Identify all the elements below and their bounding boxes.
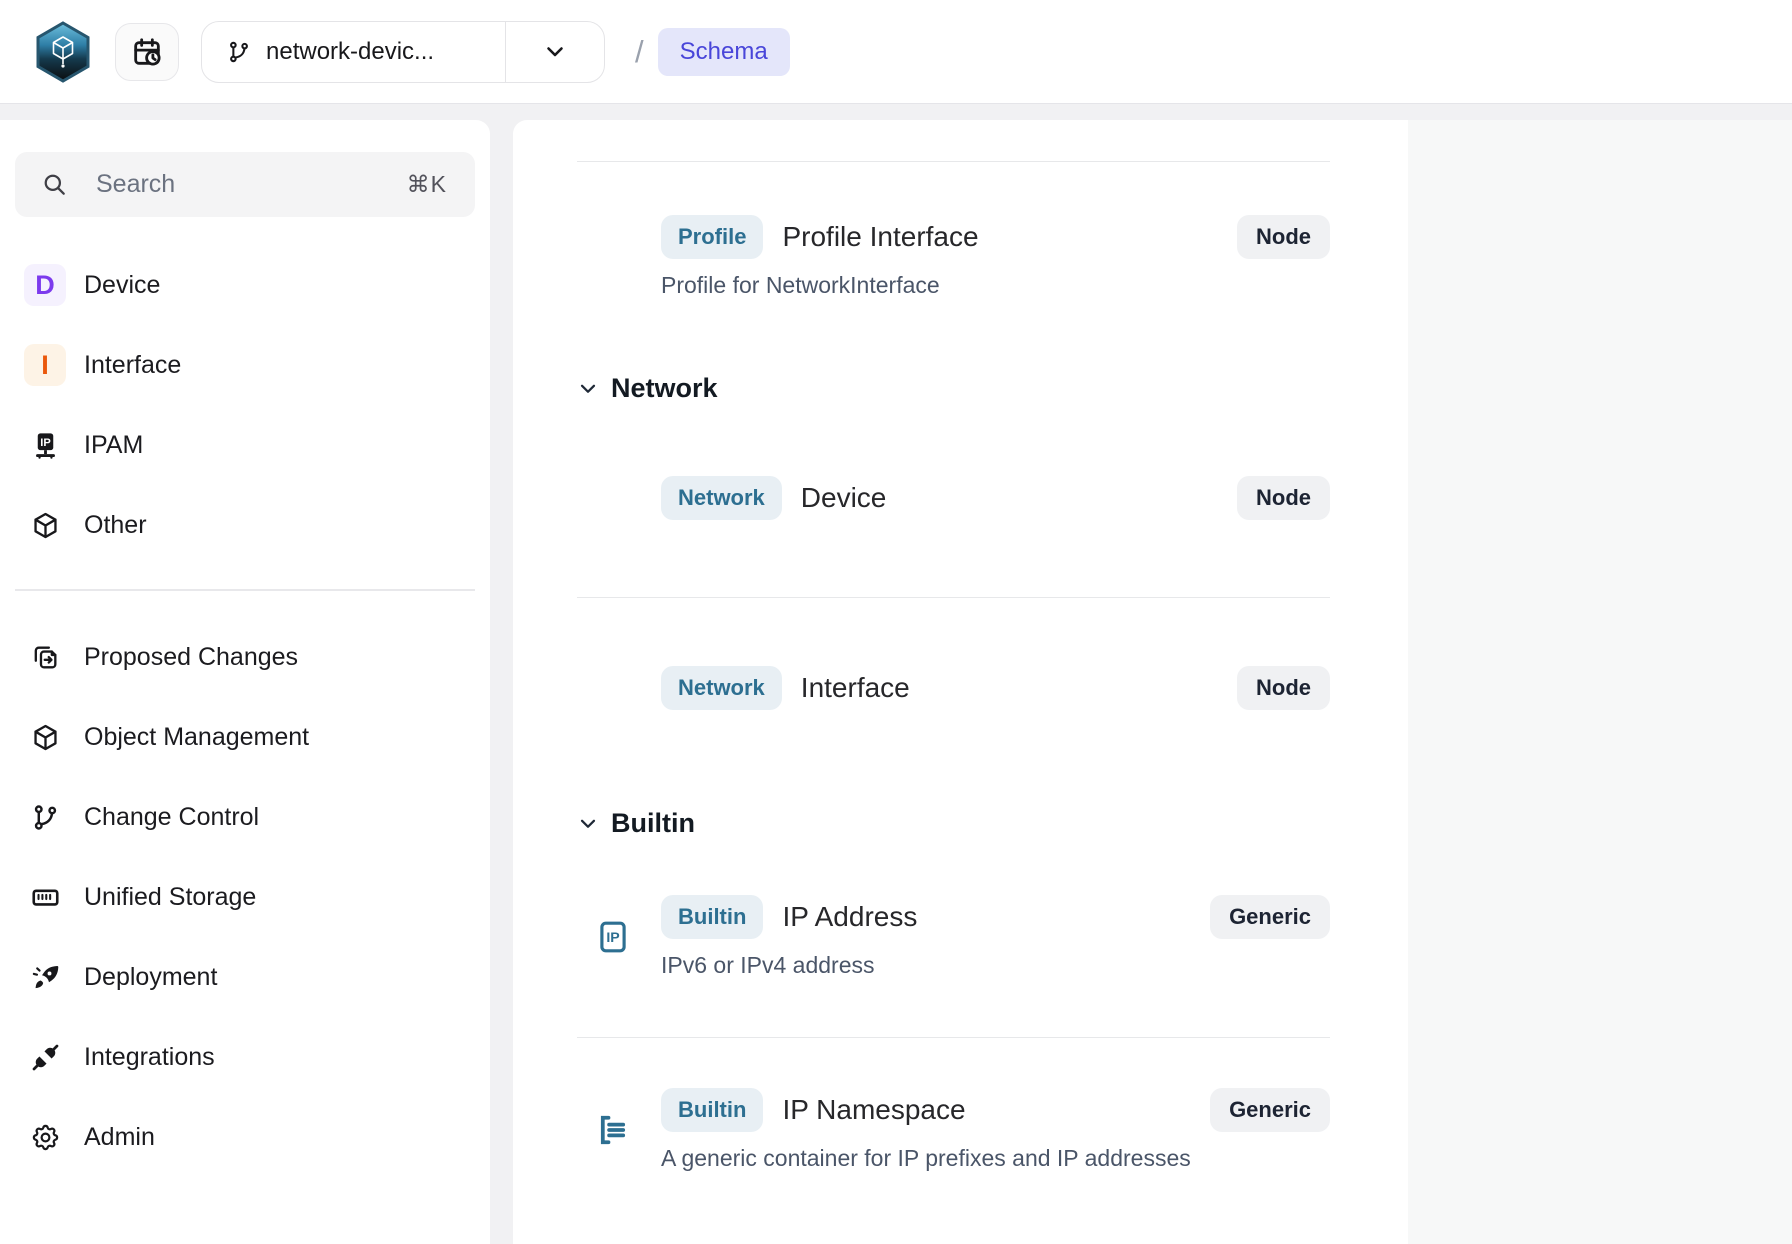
schema-list: Profile Profile Interface Node Profile f… — [513, 120, 1408, 1244]
sidebar-item-proposed-changes[interactable]: Proposed Changes — [0, 617, 490, 697]
schema-item-title: Interface — [801, 672, 910, 704]
schema-item-title: Profile Interface — [782, 221, 978, 253]
search-input[interactable]: Search ⌘K — [15, 152, 475, 217]
search-placeholder: Search — [96, 170, 175, 199]
section-header-builtin[interactable]: Builtin — [577, 808, 1330, 839]
namespace-badge: Network — [661, 476, 782, 520]
sidebar-item-device[interactable]: D Device — [0, 245, 490, 325]
list-divider — [577, 161, 1330, 162]
cube-icon — [30, 510, 61, 541]
app-body: Search ⌘K D Device I Interface IP — [0, 104, 1792, 1244]
ipam-sign-icon: IP — [30, 430, 61, 461]
app-header: network-devic... / Schema — [0, 0, 1792, 104]
proposed-changes-icon — [30, 642, 61, 673]
schema-item-description: Profile for NetworkInterface — [661, 272, 1330, 299]
schema-item-ip-namespace[interactable]: Builtin IP Namespace Generic A generic c… — [577, 1088, 1330, 1172]
sidebar-divider — [15, 589, 475, 591]
namespace-badge: Profile — [661, 215, 763, 259]
chevron-down-icon — [543, 40, 567, 64]
search-icon — [41, 171, 68, 198]
schema-item-title: Device — [801, 482, 887, 514]
sidebar-item-deployment[interactable]: Deployment — [0, 937, 490, 1017]
plug-icon — [30, 1042, 61, 1073]
infrahub-logo[interactable] — [34, 21, 92, 83]
schema-item-device[interactable]: Network Device Node — [577, 476, 1330, 520]
sidebar-nav-main: Proposed Changes Object Management — [0, 617, 490, 1177]
kind-badge: Generic — [1210, 1088, 1330, 1132]
list-tree-icon — [595, 1112, 631, 1148]
git-branch-icon — [30, 802, 61, 833]
branch-name: network-devic... — [266, 38, 434, 66]
sidebar-item-change-control[interactable]: Change Control — [0, 777, 490, 857]
kind-badge: Node — [1237, 666, 1330, 710]
sidebar: Search ⌘K D Device I Interface IP — [0, 120, 490, 1244]
namespace-badge: Builtin — [661, 895, 763, 939]
sidebar-item-interface[interactable]: I Interface — [0, 325, 490, 405]
interface-letter-icon: I — [24, 344, 66, 386]
schema-item-interface[interactable]: Network Interface Node — [577, 666, 1330, 710]
sidebar-item-object-management[interactable]: Object Management — [0, 697, 490, 777]
namespace-badge: Network — [661, 666, 782, 710]
chevron-down-icon — [577, 813, 599, 835]
namespace-badge: Builtin — [661, 1088, 763, 1132]
sidebar-item-unified-storage[interactable]: Unified Storage — [0, 857, 490, 937]
schema-item-description: IPv6 or IPv4 address — [661, 952, 1330, 979]
branch-dropdown-toggle[interactable] — [505, 22, 604, 82]
list-divider — [577, 1037, 1330, 1038]
sidebar-item-ipam[interactable]: IP IPAM — [0, 405, 490, 485]
schema-item-ip-address[interactable]: IP Builtin IP Address Generic IPv6 or IP… — [577, 895, 1330, 979]
cube-icon — [30, 722, 61, 753]
schema-content: Profile Profile Interface Node Profile f… — [513, 120, 1792, 1244]
schema-item-title: IP Address — [782, 901, 917, 933]
branch-selector-value[interactable]: network-devic... — [202, 22, 505, 82]
breadcrumb-separator: / — [635, 34, 644, 70]
list-divider — [577, 597, 1330, 598]
ip-badge-icon: IP — [595, 919, 631, 955]
kind-badge: Node — [1237, 476, 1330, 520]
chevron-down-icon — [577, 378, 599, 400]
time-travel-button[interactable] — [115, 23, 179, 81]
sidebar-item-admin[interactable]: Admin — [0, 1097, 490, 1177]
schema-item-title: IP Namespace — [782, 1094, 965, 1126]
calendar-clock-icon — [131, 36, 163, 68]
storage-icon — [30, 882, 61, 913]
schema-item-profile-interface[interactable]: Profile Profile Interface Node Profile f… — [577, 215, 1330, 299]
section-header-network[interactable]: Network — [577, 373, 1330, 404]
sidebar-nav-schema-groups: D Device I Interface IP IPAM — [0, 245, 490, 565]
detail-pane-empty — [1408, 120, 1792, 1244]
schema-item-description: A generic container for IP prefixes and … — [661, 1145, 1330, 1172]
svg-text:IP: IP — [606, 929, 619, 945]
rocket-icon — [30, 962, 61, 993]
search-shortcut: ⌘K — [407, 171, 447, 198]
branch-selector[interactable]: network-devic... — [201, 21, 605, 83]
sidebar-item-other[interactable]: Other — [0, 485, 490, 565]
gear-icon — [30, 1122, 61, 1153]
device-letter-icon: D — [24, 264, 66, 306]
breadcrumb-schema[interactable]: Schema — [658, 28, 790, 76]
svg-text:IP: IP — [40, 436, 51, 448]
kind-badge: Generic — [1210, 895, 1330, 939]
sidebar-item-integrations[interactable]: Integrations — [0, 1017, 490, 1097]
kind-badge: Node — [1237, 215, 1330, 259]
git-branch-icon — [226, 39, 252, 65]
